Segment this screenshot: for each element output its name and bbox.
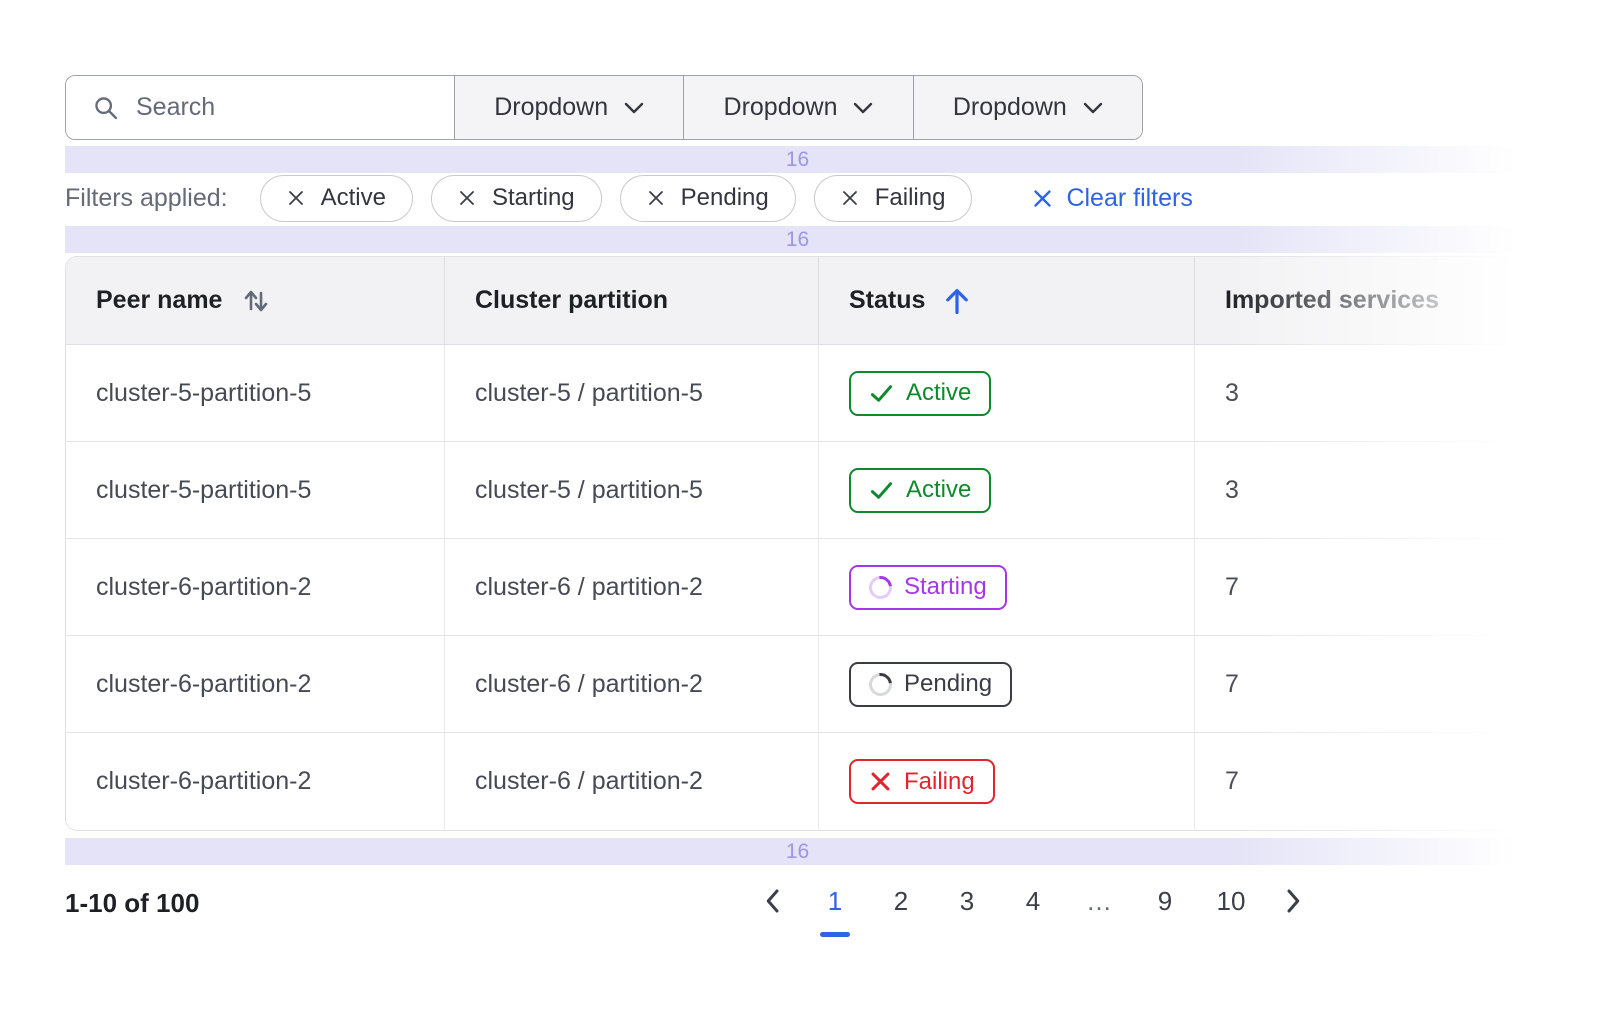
spacing-marker-16: 16 (65, 146, 1530, 173)
pager: 1234 … 9 10 (752, 878, 1314, 937)
spacing-marker-label: 16 (786, 148, 809, 172)
dismiss-icon (647, 189, 665, 207)
page-button-4[interactable]: 4 (1010, 878, 1056, 937)
page-button-2[interactable]: 2 (878, 878, 924, 937)
dropdown-button-1[interactable]: Dropdown (454, 76, 683, 139)
peer-name-cell: cluster-6-partition-2 (66, 733, 444, 830)
page-button-10[interactable]: 10 (1208, 878, 1254, 937)
peer-name-cell: cluster-5-partition-5 (66, 442, 444, 538)
dismiss-icon (841, 189, 859, 207)
spacing-marker-16: 16 (65, 838, 1530, 865)
peers-table-page: Search Dropdown Dropdown Dropdown 16 Fil… (0, 0, 1618, 1010)
dropdown-button-3[interactable]: Dropdown (913, 76, 1142, 139)
cluster-partition-cell: cluster-5 / partition-5 (444, 442, 818, 538)
status-badge: Failing (849, 759, 995, 804)
column-header-imported-services[interactable]: Imported services (1194, 257, 1529, 344)
imported-services-cell: 3 (1194, 345, 1529, 441)
pagination-bar: 1-10 of 100 1234 … 9 10 (0, 878, 1618, 948)
status-cell: Starting (818, 539, 1194, 635)
imported-services-cell: 3 (1194, 442, 1529, 538)
table-header-row: Peer name Cluster partition Status (66, 257, 1529, 345)
dropdown-label: Dropdown (724, 93, 838, 122)
current-page-underline (1018, 932, 1048, 937)
applied-filters-row: Filters applied: Active Starting Pending… (65, 174, 1193, 222)
status-icon (869, 673, 892, 696)
spinner-icon (864, 668, 896, 700)
cluster-partition-cell: cluster-6 / partition-2 (444, 636, 818, 732)
filter-toolbar: Search Dropdown Dropdown Dropdown (65, 75, 1143, 140)
table-row[interactable]: cluster-5-partition-5 cluster-5 / partit… (66, 345, 1529, 442)
current-page-underline (820, 932, 850, 937)
peer-name-cell: cluster-5-partition-5 (66, 345, 444, 441)
dropdown-button-2[interactable]: Dropdown (683, 76, 912, 139)
clear-x-icon (1032, 188, 1053, 209)
status-icon (869, 576, 892, 599)
table-row[interactable]: cluster-6-partition-2 cluster-6 / partit… (66, 636, 1529, 733)
previous-page-button[interactable] (752, 878, 792, 916)
spacing-marker-label: 16 (786, 228, 809, 252)
status-cell: Active (818, 345, 1194, 441)
chevron-down-icon (853, 101, 873, 115)
status-cell: Active (818, 442, 1194, 538)
dropdown-label: Dropdown (953, 93, 1067, 122)
imported-services-cell: 7 (1194, 733, 1529, 830)
cluster-partition-cell: cluster-5 / partition-5 (444, 345, 818, 441)
cluster-partition-cell: cluster-6 / partition-2 (444, 733, 818, 830)
page-button-9[interactable]: 9 (1142, 878, 1188, 937)
sort-ascending-arrow-icon (943, 286, 971, 316)
imported-services-cell: 7 (1194, 539, 1529, 635)
status-cell: Pending (818, 636, 1194, 732)
table-body: cluster-5-partition-5 cluster-5 / partit… (66, 345, 1529, 830)
filters-applied-label: Filters applied: (65, 184, 228, 213)
status-icon (869, 770, 892, 793)
pagination-summary: 1-10 of 100 (65, 888, 199, 919)
current-page-underline (1150, 932, 1180, 937)
clear-filters-button[interactable]: Clear filters (1032, 184, 1192, 213)
filter-chip-pending[interactable]: Pending (620, 175, 796, 222)
peer-name-cell: cluster-6-partition-2 (66, 636, 444, 732)
search-input[interactable]: Search (66, 76, 454, 139)
column-header-status[interactable]: Status (818, 257, 1194, 344)
current-page-underline (886, 932, 916, 937)
peer-name-cell: cluster-6-partition-2 (66, 539, 444, 635)
filter-chip-failing[interactable]: Failing (814, 175, 973, 222)
chevron-down-icon (624, 101, 644, 115)
pager-ellipsis: … (1076, 878, 1122, 937)
spacing-marker-16: 16 (65, 226, 1530, 253)
search-icon (92, 94, 120, 122)
imported-services-cell: 7 (1194, 636, 1529, 732)
status-icon (869, 381, 894, 406)
status-cell: Failing (818, 733, 1194, 830)
current-page-underline (952, 932, 982, 937)
table-row[interactable]: cluster-6-partition-2 cluster-6 / partit… (66, 539, 1529, 636)
chevron-down-icon (1083, 101, 1103, 115)
status-badge: Active (849, 468, 991, 513)
filter-chip-active[interactable]: Active (260, 175, 413, 222)
next-page-button[interactable] (1274, 878, 1314, 916)
status-badge: Active (849, 371, 991, 416)
cluster-partition-cell: cluster-6 / partition-2 (444, 539, 818, 635)
status-badge: Pending (849, 662, 1012, 707)
current-page-underline (1084, 932, 1114, 937)
page-button-3[interactable]: 3 (944, 878, 990, 937)
page-button-1[interactable]: 1 (812, 878, 858, 937)
spacing-marker-label: 16 (786, 840, 809, 864)
peers-table: Peer name Cluster partition Status (65, 256, 1530, 831)
table-row[interactable]: cluster-5-partition-5 cluster-5 / partit… (66, 442, 1529, 539)
dismiss-icon (287, 189, 305, 207)
status-badge: Starting (849, 565, 1007, 610)
column-header-peer-name[interactable]: Peer name (66, 257, 444, 344)
dismiss-icon (458, 189, 476, 207)
status-icon (869, 478, 894, 503)
column-header-cluster-partition[interactable]: Cluster partition (444, 257, 818, 344)
spinner-icon (864, 571, 896, 603)
sort-arrows-icon (240, 285, 272, 317)
filter-chip-starting[interactable]: Starting (431, 175, 602, 222)
current-page-underline (1216, 932, 1246, 937)
search-placeholder: Search (136, 93, 215, 122)
table-row[interactable]: cluster-6-partition-2 cluster-6 / partit… (66, 733, 1529, 830)
dropdown-label: Dropdown (494, 93, 608, 122)
